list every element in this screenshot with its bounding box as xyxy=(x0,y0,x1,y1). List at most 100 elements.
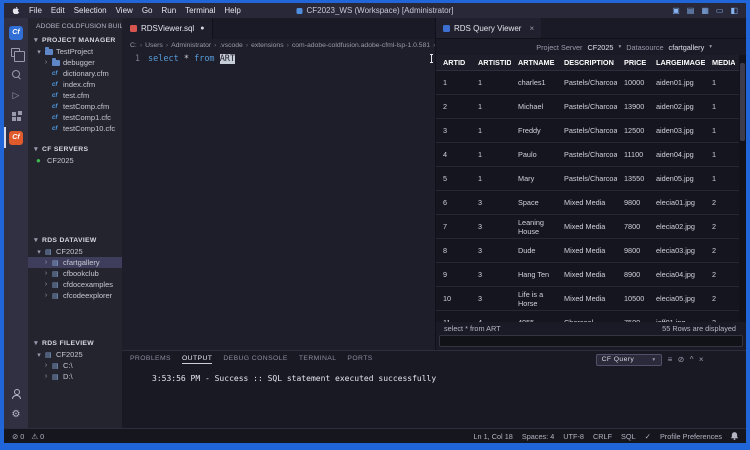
menu-terminal[interactable]: Terminal xyxy=(185,6,215,15)
table-row[interactable]: 5 1 Mary Pastels/Charcoal 13550 aiden05.jpg 1 xyxy=(436,167,746,191)
keyboard-icon[interactable]: ▦ xyxy=(701,6,709,15)
table-row[interactable]: 4 1 Paulo Pastels/Charcoal 11100 aiden04.jpg 1 xyxy=(436,143,746,167)
table-row[interactable]: 6 3 Space Mixed Media 9800 elecia01.jpg 2 xyxy=(436,191,746,215)
table-row[interactable]: 1 1 charles1 Pastels/Charcoal 10000 aiden01.j… xyxy=(436,71,746,95)
chevron-down-icon[interactable]: ▾ xyxy=(618,44,621,50)
datasource-cfartgallery[interactable]: › ▤ cfartgallery xyxy=(28,257,122,268)
accounts-icon[interactable] xyxy=(4,383,28,404)
tab-rdsviewer-sql[interactable]: RDSViewer.sql ● xyxy=(122,18,214,39)
table-row[interactable]: 9 3 Hang Ten Mixed Media 8900 elecia04.jpg 2 xyxy=(436,263,746,287)
column-header-artistid[interactable]: ARTISTID xyxy=(471,58,511,67)
explorer-icon[interactable] xyxy=(4,43,28,64)
section-project-manager[interactable]: ▾ PROJECT MANAGER xyxy=(28,34,122,46)
warning-count[interactable]: ⚠ 0 xyxy=(31,432,44,441)
column-header-description[interactable]: DESCRIPTION xyxy=(557,58,617,67)
run-and-debug-icon[interactable]: ▷ xyxy=(4,85,28,106)
table-row[interactable]: 1144055Charcoal7500jeff01.jpg3 xyxy=(436,311,746,322)
tree-item-debugger[interactable]: › debugger xyxy=(28,57,122,68)
menu-selection[interactable]: Selection xyxy=(74,6,107,15)
menu-run[interactable]: Run xyxy=(161,6,176,15)
circle-slash-count[interactable]: ⊘ 0 xyxy=(12,432,24,441)
scrollbar-thumb[interactable] xyxy=(740,63,745,141)
server-cf2025[interactable]: ● CF2025 xyxy=(28,155,122,166)
status-sql[interactable]: SQL xyxy=(621,432,636,441)
menu-help[interactable]: Help xyxy=(224,6,240,15)
menu-edit[interactable]: Edit xyxy=(51,6,65,15)
column-header-media[interactable]: MEDIA xyxy=(705,58,735,67)
search-icon[interactable] xyxy=(4,64,28,85)
bell-icon[interactable] xyxy=(731,432,738,440)
panel-tab-debug-console[interactable]: DEBUG CONSOLE xyxy=(223,355,288,364)
panel-tab-ports[interactable]: PORTS xyxy=(347,355,372,364)
panel-tab-terminal[interactable]: TERMINAL xyxy=(299,355,337,364)
status-crlf[interactable]: CRLF xyxy=(593,432,612,441)
cell-description: Mixed Media xyxy=(564,246,606,255)
extensions-icon[interactable] xyxy=(4,106,28,127)
menu-view[interactable]: View xyxy=(116,6,133,15)
breadcrumb-item[interactable]: Users xyxy=(145,42,163,49)
tree-item-test-cfm[interactable]: cf test.cfm xyxy=(28,90,122,101)
tree-item-testcomp-cfm[interactable]: cf testComp.cfm xyxy=(28,101,122,112)
status-profile-preferences[interactable]: Profile Preferences xyxy=(660,432,722,441)
control-center-icon[interactable]: ◧ xyxy=(730,6,738,15)
datasource-cfcodeexplorer[interactable]: › ▤ cfcodeexplorer xyxy=(28,290,122,301)
fileview-server-cf2025[interactable]: ▾ ▤ CF2025 xyxy=(28,349,122,360)
tree-item-testcomp10-cfc[interactable]: cf testComp10.cfc xyxy=(28,123,122,134)
tab-rds-query-viewer[interactable]: RDS Query Viewer × xyxy=(436,18,542,38)
close-panel-icon[interactable]: × xyxy=(699,355,704,364)
table-row[interactable]: 3 1 Freddy Pastels/Charcoal 12500 aiden03.jpg… xyxy=(436,119,746,143)
drive-d[interactable]: › ▤ D:\ xyxy=(28,371,122,382)
breadcrumb-item[interactable]: Administrator xyxy=(171,42,211,49)
breadcrumb-item[interactable]: com-adobe-coldfusion.adobe-cfml-lsp-1.0.… xyxy=(292,42,430,49)
breadcrumb-item[interactable]: .vscode xyxy=(219,42,242,49)
section-rds-fileview[interactable]: ▾ RDS FILEVIEW xyxy=(28,337,122,349)
status-ln-1-col-18[interactable]: Ln 1, Col 18 xyxy=(473,432,512,441)
table-row[interactable]: 7 3 Leaning House Mixed Media 7800 elecia02.j… xyxy=(436,215,746,239)
column-header-artid[interactable]: ARTID xyxy=(436,58,471,67)
tree-item-dictionary-cfm[interactable]: cf dictionary.cfm xyxy=(28,68,122,79)
maximize-panel-icon[interactable]: ^ xyxy=(690,355,694,364)
close-icon[interactable]: × xyxy=(529,24,534,33)
tree-item-index-cfm[interactable]: cf index.cfm xyxy=(28,79,122,90)
dataview-server-cf2025[interactable]: ▾ ▤ CF2025 xyxy=(28,246,122,257)
table-row[interactable]: 2 1 Michael Pastels/Charcoal 13900 aiden02.jp… xyxy=(436,95,746,119)
tree-item-testproject[interactable]: ▾ TestProject xyxy=(28,46,122,57)
status-utf-8[interactable]: UTF-8 xyxy=(563,432,584,441)
column-header-largeimage[interactable]: LARGEIMAGE xyxy=(649,58,705,67)
project-server-select[interactable]: CF2025 xyxy=(587,43,613,52)
screen-share-icon[interactable]: ▣ xyxy=(672,6,680,15)
datasource-select[interactable]: cfartgallery xyxy=(669,43,705,52)
menu-file[interactable]: File xyxy=(29,6,42,15)
modified-dot-icon[interactable]: ● xyxy=(200,25,204,32)
drive-c[interactable]: › ▤ C:\ xyxy=(28,360,122,371)
chevron-down-icon[interactable]: ▾ xyxy=(709,44,712,50)
clear-output-icon[interactable]: ⊘ xyxy=(678,355,685,364)
output-channel-select[interactable]: CF Query ▾ xyxy=(595,353,662,366)
output-log[interactable]: 3:53:56 PM - Success :: SQL statement ex… xyxy=(122,368,746,428)
column-header-price[interactable]: PRICE xyxy=(617,58,649,67)
table-row[interactable]: 10 3 Life is a Horse Mixed Media 10500 elecia… xyxy=(436,287,746,311)
menu-go[interactable]: Go xyxy=(142,6,153,15)
tree-item-testcomp1-cfc[interactable]: cf testComp1.cfc xyxy=(28,112,122,123)
display-icon[interactable]: ▤ xyxy=(687,6,695,15)
coldfusion-builder-logo-icon[interactable]: Cf xyxy=(4,22,28,43)
filter-icon[interactable]: ≡ xyxy=(668,355,673,364)
panel-tab-problems[interactable]: PROBLEMS xyxy=(130,355,171,364)
table-row[interactable]: 8 3 Dude Mixed Media 9800 elecia03.jpg 2 xyxy=(436,239,746,263)
column-header-artname[interactable]: ARTNAME xyxy=(511,58,557,67)
breadcrumb-item[interactable]: extensions xyxy=(251,42,284,49)
status-spaces-4[interactable]: Spaces: 4 xyxy=(522,432,554,441)
coldfusion-icon[interactable]: Cf xyxy=(4,127,28,148)
manage-gear-icon[interactable]: ⚙ xyxy=(4,404,28,425)
rds-sql-input[interactable] xyxy=(439,335,743,347)
section-rds-dataview[interactable]: ▾ RDS DATAVIEW xyxy=(28,234,122,246)
battery-icon[interactable]: ▭ xyxy=(716,6,724,15)
code-area[interactable]: 1 select * from ART xyxy=(122,52,435,350)
panel-tab-output[interactable]: OUTPUT xyxy=(181,355,213,364)
datasource-cfbookclub[interactable]: › ▤ cfbookclub xyxy=(28,268,122,279)
breadcrumb-item[interactable]: C: xyxy=(130,42,137,49)
datasource-cfdocexamples[interactable]: › ▤ cfdocexamples xyxy=(28,279,122,290)
apple-menu-icon[interactable] xyxy=(12,6,20,15)
section-cf-servers[interactable]: ▾ CF SERVERS xyxy=(28,143,122,155)
vertical-scrollbar[interactable] xyxy=(739,55,746,322)
